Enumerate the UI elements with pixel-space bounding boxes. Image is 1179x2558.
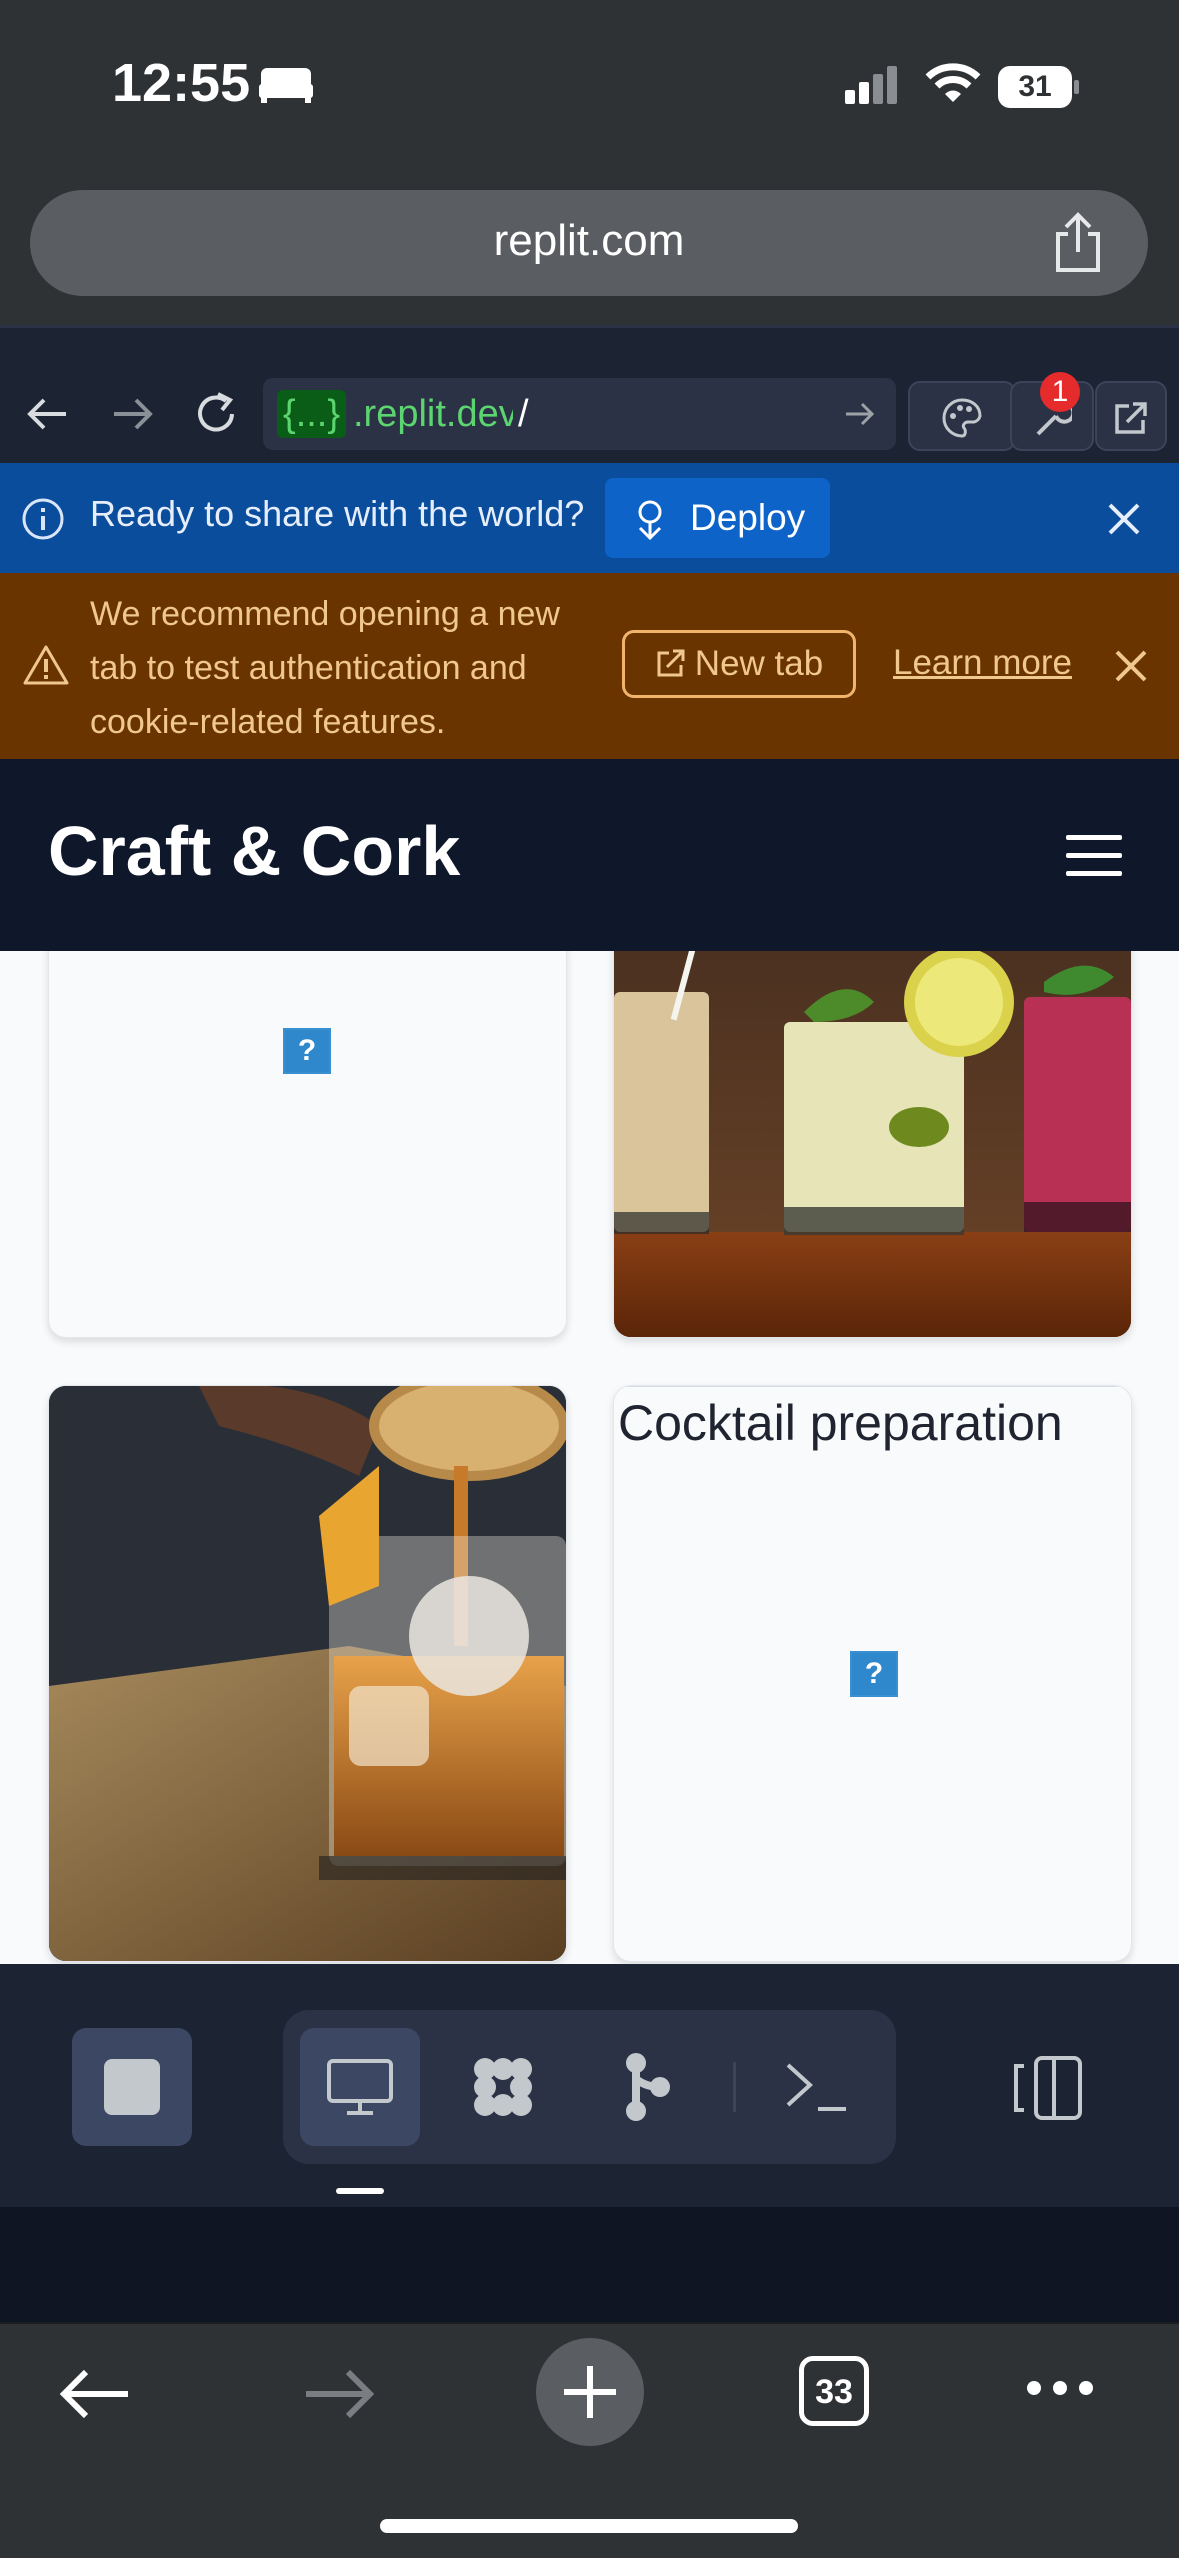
wifi-icon [925, 63, 981, 102]
tab-count-button[interactable]: 33 [799, 2356, 869, 2426]
gallery-card[interactable] [48, 1385, 567, 1962]
stop-button[interactable] [72, 2028, 192, 2146]
card-caption: Cocktail preparation [618, 1395, 1063, 1451]
status-bar: 12:55 31 [0, 0, 1179, 175]
webview-address-bar[interactable]: {...} .replit.dev / [263, 378, 896, 450]
close-icon[interactable] [1112, 647, 1150, 685]
palette-icon [942, 398, 982, 438]
theme-palette-button[interactable] [908, 381, 1016, 451]
deploy-icon [638, 500, 662, 540]
address-host: .replit.dev [353, 393, 513, 435]
gallery-card[interactable]: ? [48, 951, 567, 1338]
active-tab-indicator [336, 2188, 384, 2194]
home-indicator [380, 2519, 798, 2533]
cocktails-image [614, 951, 1131, 1337]
gallery-section: ? Cocktail preparation ? [0, 951, 1179, 1964]
branch-icon [626, 2053, 670, 2121]
broken-image-icon: ? [283, 1028, 331, 1074]
warning-icon [23, 645, 69, 685]
deploy-banner-text: Ready to share with the world? [90, 493, 585, 534]
address-tag: {...} [277, 390, 347, 438]
open-external-button[interactable] [1095, 381, 1167, 451]
notification-badge: 1 [1040, 372, 1080, 412]
stop-icon [104, 2059, 160, 2115]
webview-tab[interactable] [300, 2028, 420, 2146]
deploy-button[interactable]: Deploy [605, 478, 830, 558]
go-arrow-icon[interactable] [842, 390, 878, 438]
battery-level: 31 [1018, 70, 1052, 103]
cellular-signal-icon [845, 66, 897, 104]
layout-toggle-button[interactable] [1000, 2048, 1090, 2128]
close-icon[interactable] [1104, 499, 1144, 539]
address-path[interactable]: / [518, 390, 529, 438]
replit-agent-icon [474, 2058, 532, 2116]
forward-arrow-icon[interactable] [302, 2364, 378, 2424]
forward-arrow-icon[interactable] [108, 392, 158, 436]
back-arrow-icon[interactable] [22, 392, 72, 436]
shell-tab[interactable] [757, 2028, 877, 2146]
warning-banner: We recommend opening a new tab to test a… [0, 573, 1179, 759]
monitor-icon [327, 2059, 393, 2115]
share-icon[interactable] [1050, 212, 1106, 274]
more-options-icon[interactable] [1024, 2376, 1096, 2400]
agent-tab[interactable] [443, 2028, 563, 2146]
broken-image-icon: ? [850, 1651, 898, 1697]
battery-tip [1074, 80, 1079, 94]
reload-icon[interactable] [190, 388, 242, 440]
git-tab[interactable] [586, 2028, 706, 2146]
deploy-banner: Ready to share with the world? Deploy [0, 463, 1179, 573]
external-link-icon [657, 649, 685, 677]
gallery-card[interactable] [613, 951, 1132, 1338]
battery-icon: 31 [998, 66, 1072, 108]
site-header: Craft & Cork [0, 759, 1179, 951]
site-brand[interactable]: Craft & Cork [48, 811, 460, 891]
terminal-icon [786, 2063, 846, 2111]
pane-switcher [283, 2010, 896, 2164]
divider [733, 2062, 736, 2112]
back-arrow-icon[interactable] [56, 2364, 132, 2424]
panel-layout-icon [1014, 2056, 1082, 2120]
sleep-mode-icon [259, 68, 313, 103]
learn-more-link[interactable]: Learn more [893, 643, 1072, 683]
new-tab-button[interactable]: New tab [622, 630, 856, 698]
hamburger-menu-icon[interactable] [1066, 833, 1122, 879]
page-background [0, 2207, 1179, 2322]
warning-text: We recommend opening a new tab to test a… [90, 595, 560, 741]
card-divider [614, 1386, 1131, 1387]
gallery-card[interactable]: Cocktail preparation ? [613, 1385, 1132, 1962]
external-link-icon [1115, 402, 1147, 434]
new-tab-plus-button[interactable] [536, 2338, 644, 2446]
status-time: 12:55 [112, 53, 251, 113]
info-icon [22, 498, 64, 540]
safari-url-bar[interactable]: replit.com [30, 190, 1148, 296]
pouring-whiskey-image [49, 1386, 566, 1961]
safari-url-text: replit.com [493, 216, 685, 265]
new-tab-label: New tab [694, 644, 824, 683]
plus-icon [564, 2366, 616, 2418]
deploy-button-label: Deploy [690, 497, 806, 538]
